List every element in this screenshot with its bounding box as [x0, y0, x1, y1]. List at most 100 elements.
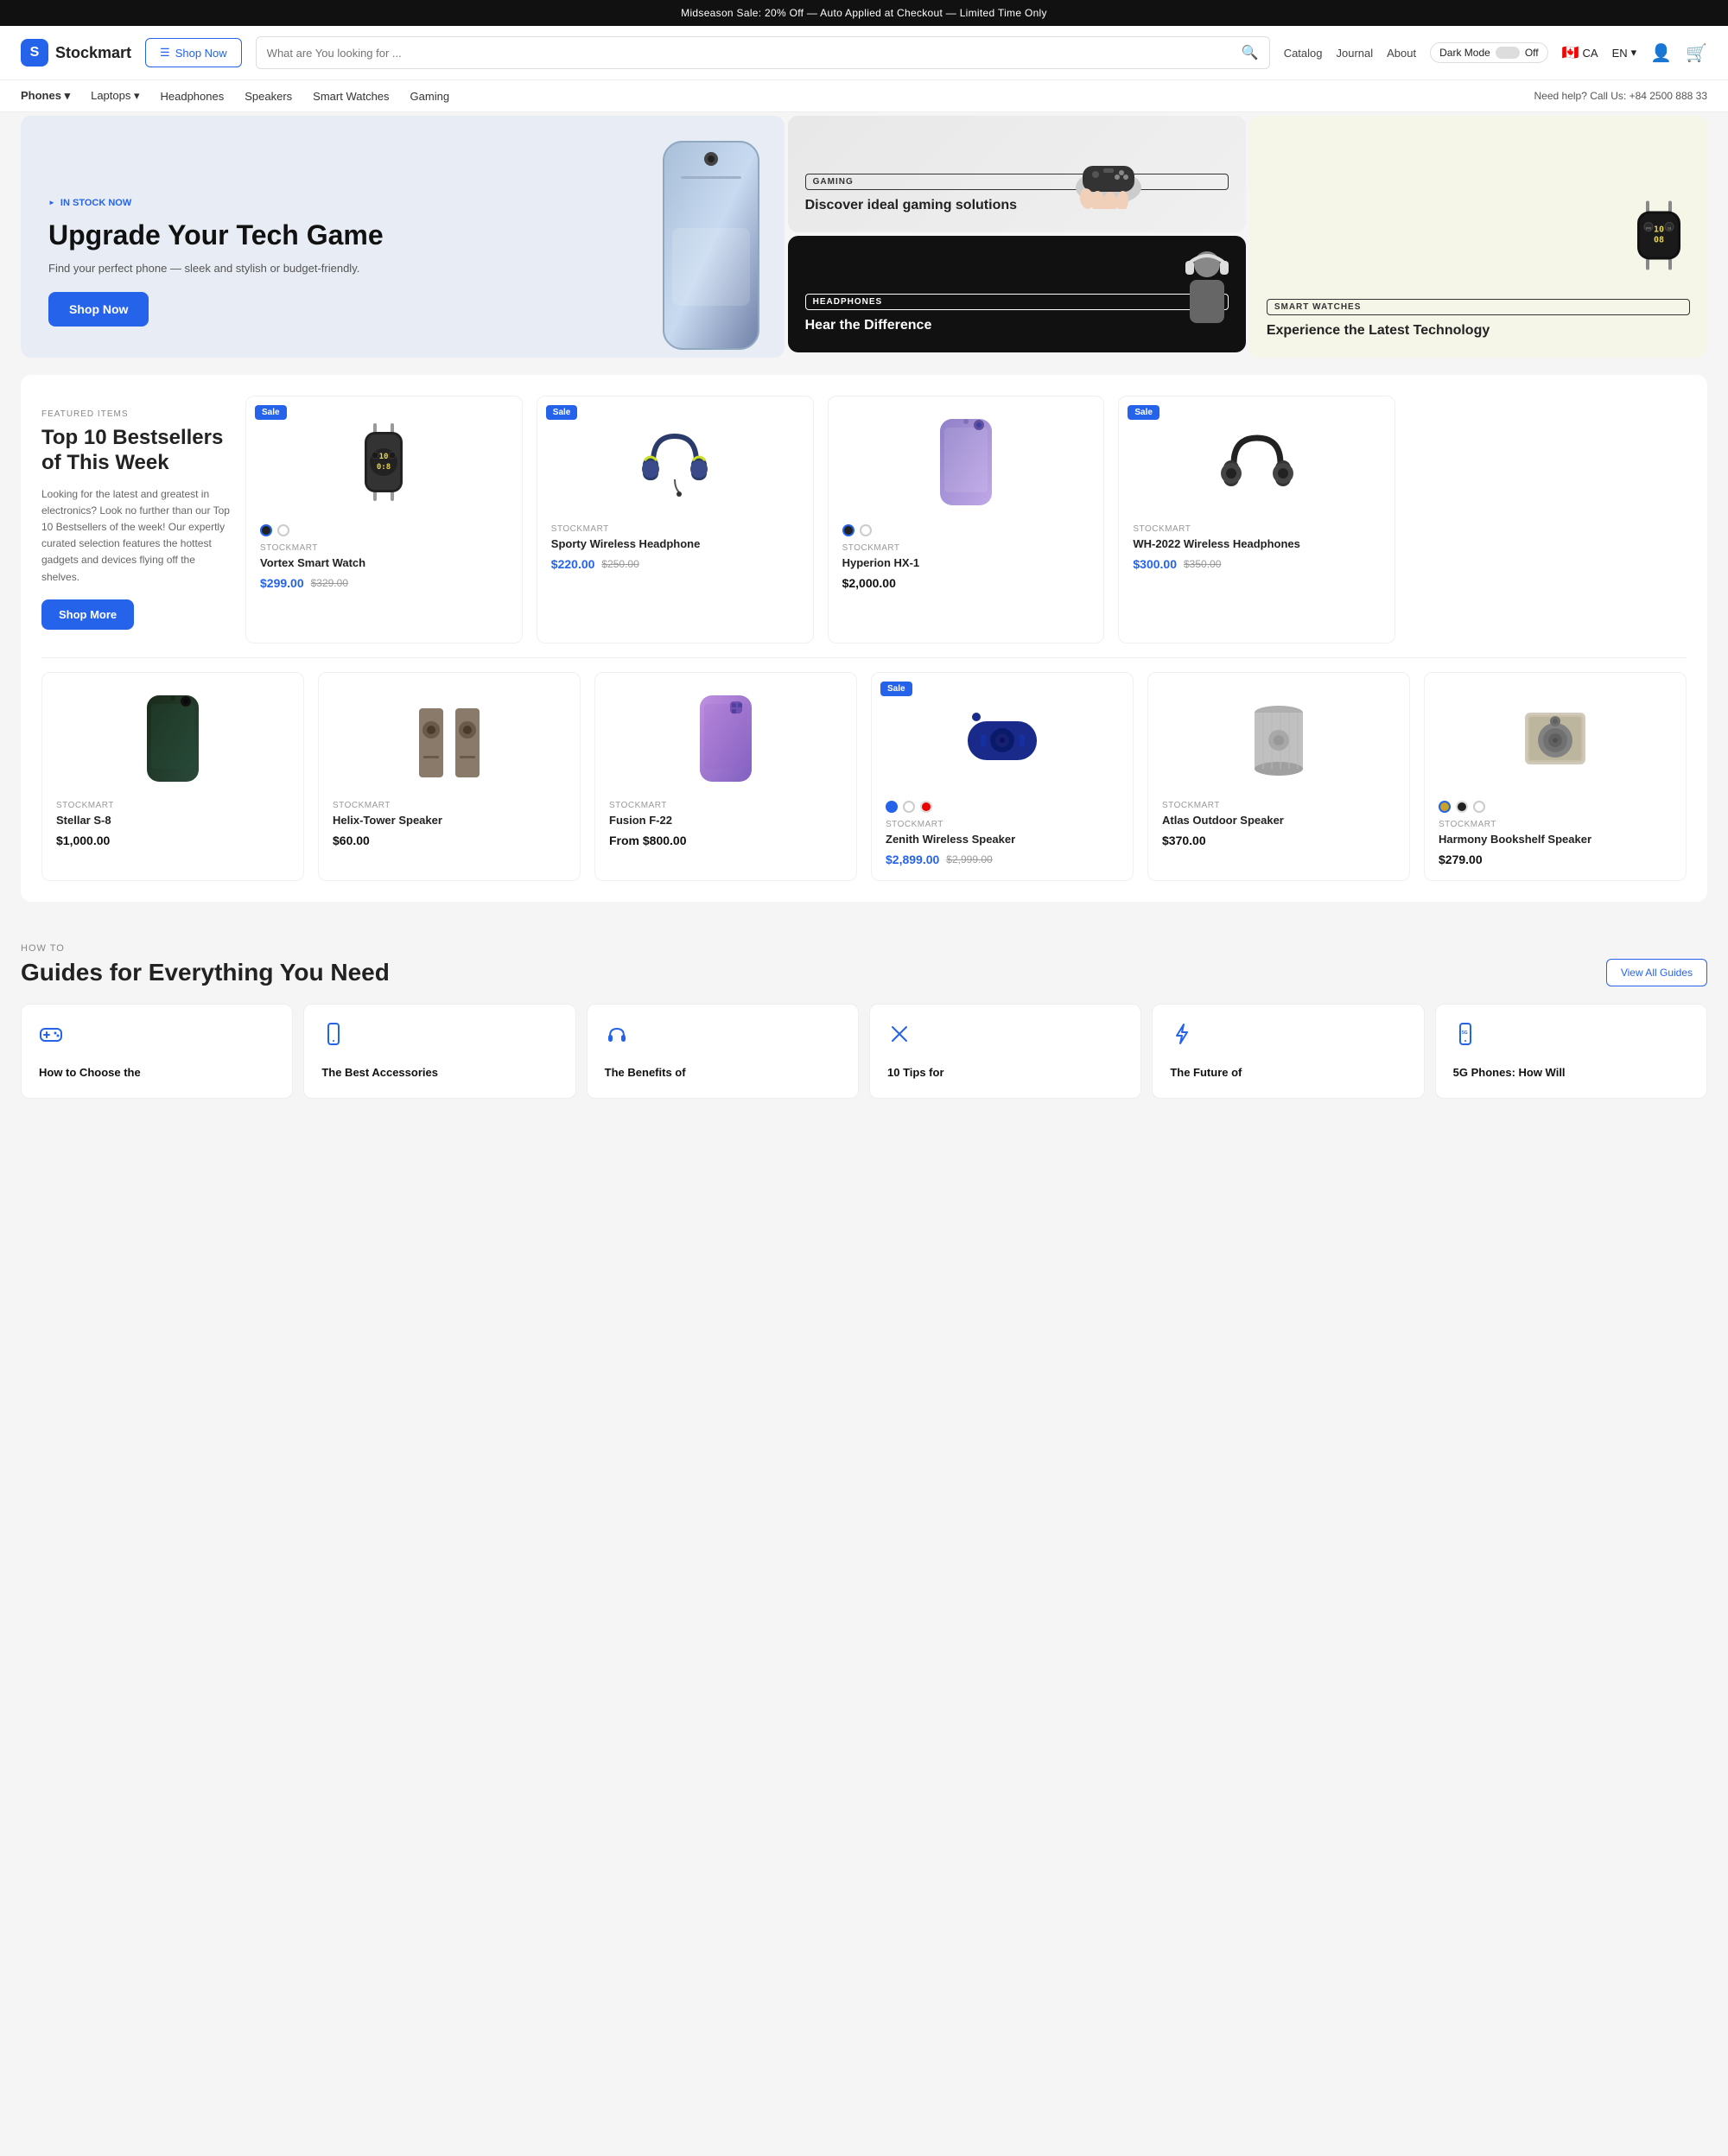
- product-brand: STOCKMART: [886, 820, 1119, 829]
- logo-icon: S: [21, 39, 48, 67]
- product-name: Stellar S-8: [56, 814, 289, 828]
- color-white[interactable]: [1473, 801, 1485, 813]
- product-image-stellar: [56, 687, 289, 790]
- search-bar: 🔍: [256, 36, 1270, 69]
- hero-shop-now-button[interactable]: Shop Now: [48, 292, 149, 327]
- cat-smartwatches[interactable]: Smart Watches: [313, 90, 389, 103]
- price-original: $350.00: [1184, 558, 1221, 570]
- dark-mode-label: Dark Mode: [1439, 47, 1490, 59]
- cat-gaming[interactable]: Gaming: [410, 90, 450, 103]
- guide-icon-tools: [887, 1022, 1123, 1051]
- guide-card-3[interactable]: 10 Tips for: [869, 1004, 1141, 1099]
- price-original: $329.00: [311, 577, 348, 589]
- product-card-vortex-watch: Sale 10 0:8: [245, 396, 523, 644]
- product-card-wh2022: Sale STOCKMART WH-2022 Wireless Headphon…: [1118, 396, 1395, 644]
- account-icon[interactable]: 👤: [1650, 42, 1672, 64]
- guides-header-left: HOW TO Guides for Everything You Need: [21, 943, 390, 986]
- products-section: FEATURED ITEMS Top 10 Bestsellers of Thi…: [21, 375, 1707, 902]
- hero-main-title: Upgrade Your Tech Game: [48, 219, 757, 251]
- product-price: From $800.00: [609, 834, 842, 847]
- guide-title-3: 10 Tips for: [887, 1065, 1123, 1081]
- product-image-hyperion: [842, 410, 1090, 514]
- product-card-sporty-headphone: Sale STOCKMART Sporty Wireless Head: [537, 396, 814, 644]
- guides-section: HOW TO Guides for Everything You Need Vi…: [0, 916, 1728, 1126]
- cat-headphones[interactable]: Headphones: [161, 90, 225, 103]
- product-name: Zenith Wireless Speaker: [886, 833, 1119, 847]
- color-dark[interactable]: [842, 524, 854, 536]
- search-icon[interactable]: 🔍: [1242, 44, 1259, 61]
- price-current: $2,000.00: [842, 576, 896, 590]
- svg-text:FRI: FRI: [1646, 226, 1651, 231]
- dark-mode-toggle[interactable]: Dark Mode Off: [1430, 42, 1547, 63]
- toggle-switch[interactable]: [1496, 47, 1520, 59]
- color-white[interactable]: [860, 524, 872, 536]
- guide-card-1[interactable]: The Best Accessories: [303, 1004, 575, 1099]
- hero-gaming-card[interactable]: GAMING Discover ideal gaming solutions: [788, 116, 1246, 232]
- color-dark[interactable]: [1456, 801, 1468, 813]
- color-red[interactable]: [920, 801, 932, 813]
- price-current: $1,000.00: [56, 834, 110, 847]
- color-white[interactable]: [277, 524, 289, 536]
- cat-speakers[interactable]: Speakers: [245, 90, 292, 103]
- hero-right-cards: GAMING Discover ideal gaming solutions: [788, 116, 1246, 358]
- search-input[interactable]: [267, 47, 1235, 60]
- product-name: Vortex Smart Watch: [260, 556, 508, 571]
- cat-phones[interactable]: Phones ▾: [21, 89, 70, 103]
- cart-icon[interactable]: 🛒: [1686, 42, 1707, 64]
- product-name: Harmony Bookshelf Speaker: [1439, 833, 1672, 847]
- lang-label: EN: [1612, 47, 1628, 60]
- hero-headphones-card[interactable]: HEADPHONES Hear the Difference: [788, 236, 1246, 352]
- price-original: $2,999.00: [946, 853, 992, 866]
- products-intro: FEATURED ITEMS Top 10 Bestsellers of Thi…: [41, 396, 232, 644]
- sale-badge: Sale: [880, 682, 912, 696]
- main-nav: Catalog Journal About: [1284, 47, 1416, 60]
- product-card-stellar: STOCKMART Stellar S-8 $1,000.00: [41, 672, 304, 881]
- shop-more-button[interactable]: Shop More: [41, 599, 134, 630]
- header: S Stockmart ☰ Shop Now 🔍 Catalog Journal…: [0, 26, 1728, 80]
- guide-icon-gaming: [39, 1022, 275, 1051]
- nav-catalog[interactable]: Catalog: [1284, 47, 1323, 60]
- header-icons: 👤 🛒: [1650, 42, 1707, 64]
- products-title: Top 10 Bestsellers of This Week: [41, 426, 232, 476]
- region-selector[interactable]: 🇨🇦 CA: [1562, 44, 1598, 61]
- color-dark[interactable]: [260, 524, 272, 536]
- lang-chevron-icon: ▾: [1631, 46, 1637, 60]
- guide-card-2[interactable]: The Benefits of: [587, 1004, 859, 1099]
- nav-about[interactable]: About: [1387, 47, 1416, 60]
- color-gold[interactable]: [1439, 801, 1451, 813]
- product-color-options: [842, 524, 1090, 536]
- dark-mode-off-label: Off: [1525, 47, 1539, 59]
- color-white[interactable]: [903, 801, 915, 813]
- svg-text:08: 08: [1654, 236, 1664, 245]
- product-card-harmony: STOCKMART Harmony Bookshelf Speaker $279…: [1424, 672, 1687, 881]
- price-current: From $800.00: [609, 834, 687, 847]
- logo[interactable]: S Stockmart: [21, 39, 131, 67]
- smartwatch-badge: SMART WATCHES: [1267, 299, 1690, 315]
- banner-text: Midseason Sale: 20% Off — Auto Applied a…: [681, 7, 1047, 19]
- product-brand: STOCKMART: [56, 801, 289, 810]
- sale-badge: Sale: [255, 405, 287, 420]
- category-nav: Phones ▾ Laptops ▾ Headphones Speakers S…: [0, 80, 1728, 112]
- color-blue[interactable]: [886, 801, 898, 813]
- product-price: $299.00 $329.00: [260, 576, 508, 590]
- product-brand: STOCKMART: [842, 543, 1090, 553]
- product-price: $2,899.00 $2,999.00: [886, 853, 1119, 866]
- language-selector[interactable]: EN ▾: [1612, 46, 1637, 60]
- smartwatch-visual: 10 08 FRI 18: [1624, 193, 1693, 282]
- guide-card-4[interactable]: The Future of: [1152, 1004, 1424, 1099]
- price-current: $60.00: [333, 834, 370, 847]
- view-all-guides-button[interactable]: View All Guides: [1606, 959, 1707, 986]
- svg-text:10: 10: [379, 453, 389, 461]
- guide-title-2: The Benefits of: [605, 1065, 841, 1081]
- product-image-helix-tower: [333, 687, 566, 790]
- guide-card-0[interactable]: How to Choose the: [21, 1004, 293, 1099]
- hero-main-card: IN STOCK NOW Upgrade Your Tech Game Find…: [21, 116, 785, 358]
- cat-laptops[interactable]: Laptops ▾: [91, 89, 139, 103]
- svg-text:18: 18: [1668, 226, 1672, 231]
- nav-journal[interactable]: Journal: [1337, 47, 1374, 60]
- header-shop-now-button[interactable]: ☰ Shop Now: [145, 38, 242, 67]
- hero-smartwatch-card[interactable]: SMART WATCHES Experience the Latest Tech…: [1249, 116, 1707, 358]
- product-image-atlas: [1162, 687, 1395, 790]
- product-price: $1,000.00: [56, 834, 289, 847]
- guide-card-5[interactable]: 5G 5G Phones: How Will: [1435, 1004, 1707, 1099]
